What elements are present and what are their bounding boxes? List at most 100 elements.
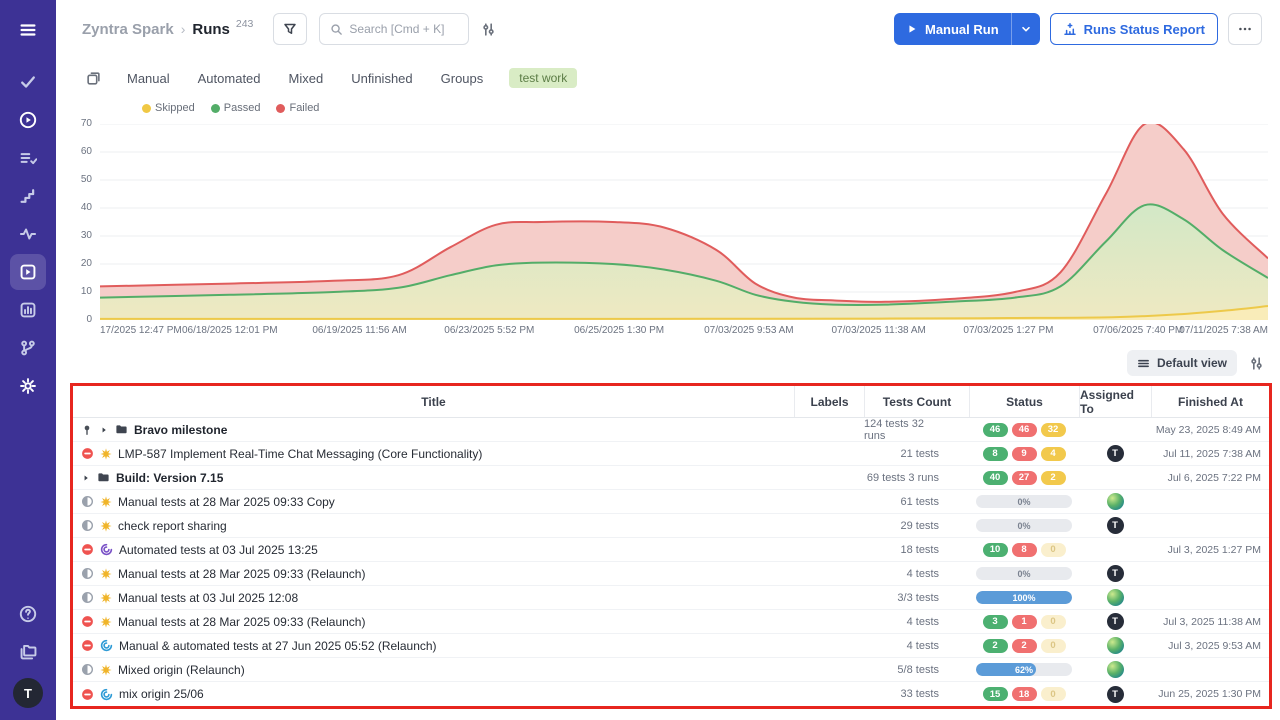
run-title[interactable]: Manual & automated tests at 27 Jun 2025 … <box>119 639 437 653</box>
check-icon[interactable] <box>10 64 46 100</box>
table-row[interactable]: LMP-587 Implement Real-Time Chat Messagi… <box>73 442 1269 466</box>
table-row[interactable]: mix origin 25/0633 tests15180TJun 25, 20… <box>73 682 1269 706</box>
list-check-icon[interactable] <box>10 140 46 176</box>
table-row[interactable]: Manual tests at 28 Mar 2025 09:33 (Relau… <box>73 562 1269 586</box>
run-title[interactable]: Bravo milestone <box>134 423 227 437</box>
assignee-avatar[interactable]: T <box>1107 686 1124 703</box>
tab-unfinished[interactable]: Unfinished <box>351 71 412 86</box>
gear-icon[interactable] <box>10 368 46 404</box>
labels-cell <box>794 562 864 585</box>
run-title[interactable]: Build: Version 7.15 <box>116 471 223 485</box>
manual-run-icon <box>100 520 112 532</box>
status-badges: 15180 <box>983 687 1066 701</box>
status-badge-red: 8 <box>1012 543 1037 557</box>
table-row[interactable]: Automated tests at 03 Jul 2025 13:2518 t… <box>73 538 1269 562</box>
manual-run-dropdown[interactable] <box>1011 13 1040 45</box>
progress-bar: 0% <box>976 519 1072 532</box>
help-icon[interactable] <box>10 596 46 632</box>
assignee-avatar[interactable] <box>1107 493 1124 510</box>
table-row[interactable]: Mixed origin (Relaunch)5/8 tests62% <box>73 658 1269 682</box>
activity-icon[interactable] <box>10 216 46 252</box>
y-tick-label: 70 <box>81 118 92 129</box>
column-header-finished[interactable]: Finished At <box>1151 386 1269 417</box>
table-row[interactable]: Bravo milestone124 tests 32 runs464632Ma… <box>73 418 1269 442</box>
manual-run-button[interactable]: Manual Run <box>894 13 1040 45</box>
column-header-labels[interactable]: Labels <box>794 386 864 417</box>
title-cell: Mixed origin (Relaunch) <box>73 658 794 681</box>
bar-chart-icon[interactable] <box>10 292 46 328</box>
assignee-avatar[interactable]: T <box>1107 445 1124 462</box>
status-failed-icon <box>81 639 94 652</box>
column-header-status[interactable]: Status <box>969 386 1079 417</box>
run-title[interactable]: Automated tests at 03 Jul 2025 13:25 <box>119 543 318 557</box>
filter-button[interactable] <box>273 13 307 45</box>
search-settings-icon[interactable] <box>481 22 496 37</box>
pin-icon <box>81 424 93 436</box>
run-title[interactable]: mix origin 25/06 <box>119 687 204 701</box>
table-row[interactable]: Build: Version 7.1569 tests 3 runs40272J… <box>73 466 1269 490</box>
annotation-rectangle: TitleLabelsTests CountStatusAssigned ToF… <box>70 383 1272 709</box>
breadcrumb-project[interactable]: Zyntra Spark <box>82 21 174 38</box>
status-badge-yellow-muted: 0 <box>1041 615 1066 629</box>
labels-cell <box>794 682 864 706</box>
table-row[interactable]: Manual & automated tests at 27 Jun 2025 … <box>73 634 1269 658</box>
table-row[interactable]: Manual tests at 03 Jul 2025 12:08 3/3 tes… <box>73 586 1269 610</box>
status-badges: 464632 <box>983 423 1066 437</box>
run-title[interactable]: Manual tests at 28 Mar 2025 09:33 (Relau… <box>118 615 365 629</box>
run-box-icon[interactable] <box>10 254 46 290</box>
page-title: Runs <box>192 21 230 38</box>
tab-groups[interactable]: Groups <box>441 71 484 86</box>
labels-cell <box>794 634 864 657</box>
table-row[interactable]: check report sharing 29 tests 0% T <box>73 514 1269 538</box>
run-title[interactable]: LMP-587 Implement Real-Time Chat Messagi… <box>118 447 482 461</box>
run-title[interactable]: Mixed origin (Relaunch) <box>118 663 245 677</box>
default-view-button[interactable]: Default view <box>1127 350 1237 376</box>
run-title[interactable]: Manual tests at 03 Jul 2025 12:08 <box>118 591 298 605</box>
default-view-label: Default view <box>1157 356 1227 370</box>
run-title[interactable]: Manual tests at 28 Mar 2025 09:33 (Relau… <box>118 567 365 581</box>
run-title[interactable]: check report sharing <box>118 519 227 533</box>
tests-count-cell: 21 tests <box>864 442 969 465</box>
app-root: T Zyntra Spark › Runs 243 Search [Cmd + … <box>0 0 1280 720</box>
user-avatar[interactable]: T <box>13 678 43 708</box>
title-cell: Manual & automated tests at 27 Jun 2025 … <box>73 634 794 657</box>
runs-status-report-button[interactable]: Runs Status Report <box>1050 13 1218 45</box>
assignee-avatar[interactable]: T <box>1107 565 1124 582</box>
tests-count-cell: 61 tests <box>864 490 969 513</box>
column-header-tests[interactable]: Tests Count <box>864 386 969 417</box>
status-badge-red: 1 <box>1012 615 1037 629</box>
tab-manual[interactable]: Manual <box>127 71 170 86</box>
column-header-assigned[interactable]: Assigned To <box>1079 386 1151 417</box>
run-title[interactable]: Manual tests at 28 Mar 2025 09:33 Copy <box>118 495 335 509</box>
finished-at-cell <box>1151 514 1269 537</box>
tests-count-cell: 29 tests <box>864 514 969 537</box>
assignee-avatar[interactable] <box>1107 589 1124 606</box>
table-row[interactable]: Manual tests at 28 Mar 2025 09:33 (Relau… <box>73 610 1269 634</box>
tab-mixed[interactable]: Mixed <box>289 71 324 86</box>
runs-list-icon[interactable] <box>86 71 101 86</box>
folders-icon[interactable] <box>10 634 46 670</box>
title-cell: Automated tests at 03 Jul 2025 13:25 <box>73 538 794 561</box>
chart-y-axis: 010203040506070 <box>56 124 100 320</box>
search-input[interactable]: Search [Cmd + K] <box>319 13 469 45</box>
status-badge-yellow: 4 <box>1041 447 1066 461</box>
status-cell: 894 <box>969 442 1079 465</box>
column-header-title[interactable]: Title <box>73 386 794 417</box>
assignee-avatar[interactable]: T <box>1107 613 1124 630</box>
assignee-avatar[interactable]: T <box>1107 517 1124 534</box>
expand-chevron-icon[interactable] <box>99 425 109 435</box>
table-settings-icon[interactable] <box>1249 356 1264 371</box>
steps-icon[interactable] <box>10 178 46 214</box>
tests-count-cell: 3/3 tests <box>864 586 969 609</box>
play-circle-icon[interactable] <box>10 102 46 138</box>
expand-chevron-icon[interactable] <box>81 473 91 483</box>
assigned-cell <box>1079 658 1151 681</box>
git-branch-icon[interactable] <box>10 330 46 366</box>
assignee-avatar[interactable] <box>1107 661 1124 678</box>
filter-tag[interactable]: test work <box>509 68 577 88</box>
table-row[interactable]: Manual tests at 28 Mar 2025 09:33 Copy 61… <box>73 490 1269 514</box>
tab-automated[interactable]: Automated <box>198 71 261 86</box>
more-options-button[interactable] <box>1228 13 1262 45</box>
menu-icon[interactable] <box>10 12 46 48</box>
assignee-avatar[interactable] <box>1107 637 1124 654</box>
